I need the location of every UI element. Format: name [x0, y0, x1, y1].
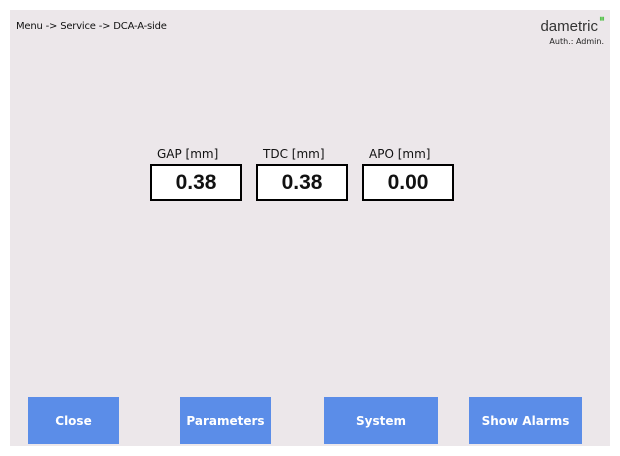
parameters-button[interactable]: Parameters	[180, 397, 271, 444]
auth-level: Auth.: Admin.	[549, 37, 604, 46]
brand-block: dametric ▮▮ Auth.: Admin.	[540, 16, 604, 46]
tdc-label: TDC [mm]	[263, 147, 325, 161]
logo-text: dametric	[540, 18, 598, 35]
logo-mark-icon: ▮▮	[599, 16, 604, 22]
system-button[interactable]: System	[324, 397, 438, 444]
tdc-value: 0.38	[256, 164, 348, 201]
tdc-field: TDC [mm] 0.38	[256, 147, 348, 201]
breadcrumb: Menu -> Service -> DCA-A-side	[16, 21, 167, 32]
close-button[interactable]: Close	[28, 397, 119, 444]
service-screen: Menu -> Service -> DCA-A-side dametric ▮…	[10, 10, 610, 446]
gap-value: 0.38	[150, 164, 242, 201]
gap-label: GAP [mm]	[157, 147, 219, 161]
apo-label: APO [mm]	[369, 147, 431, 161]
apo-field: APO [mm] 0.00	[362, 147, 454, 201]
gap-field: GAP [mm] 0.38	[150, 147, 242, 201]
apo-value: 0.00	[362, 164, 454, 201]
dametric-logo: dametric ▮▮	[540, 16, 604, 35]
show-alarms-button[interactable]: Show Alarms	[469, 397, 582, 444]
